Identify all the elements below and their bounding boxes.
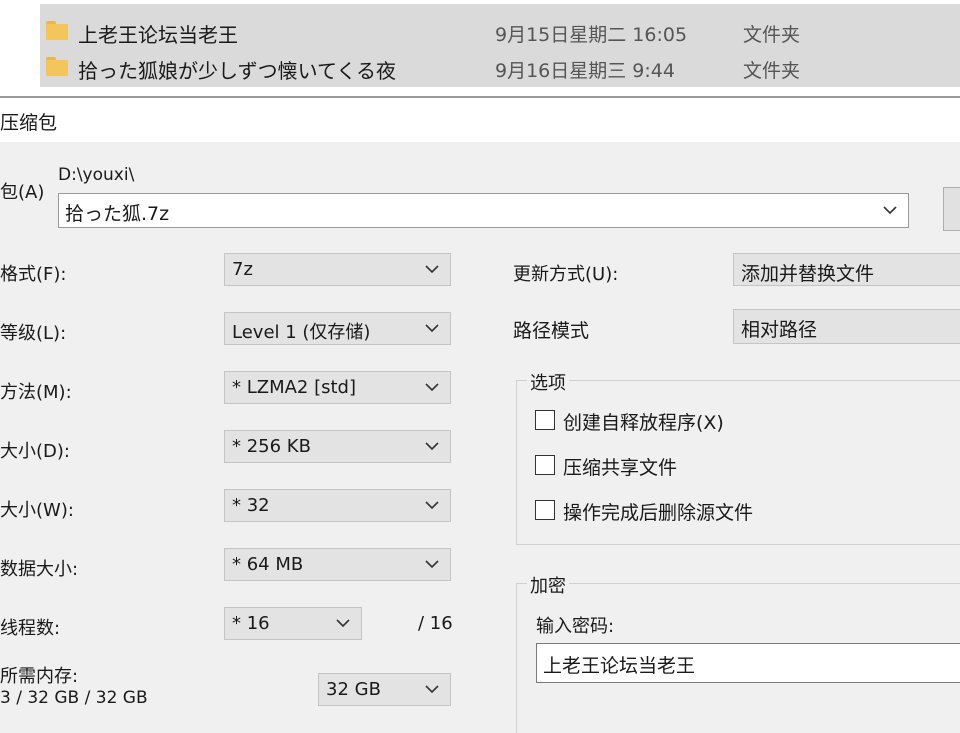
chevron-down-icon <box>425 265 439 274</box>
level-value: Level 1 (仅存储) <box>232 322 371 343</box>
chevron-down-icon <box>425 685 439 694</box>
threads-value: * 16 <box>232 613 270 634</box>
password-label: 输入密码: <box>536 616 615 637</box>
update-mode-select[interactable]: 添加并替换文件 <box>733 253 960 286</box>
file-row[interactable]: 拾った狐娘が少しずつ懐いてくる夜 9月16日星期三 9:44 文件夹 <box>40 49 960 85</box>
archive-name-value: 拾った狐.7z <box>65 203 170 225</box>
checkbox-box[interactable] <box>535 410 555 430</box>
archive-name-combobox[interactable]: 拾った狐.7z <box>58 193 909 228</box>
checkbox-label: 操作完成后删除源文件 <box>563 502 754 524</box>
path-mode-label: 路径模式 <box>513 320 590 342</box>
dialog-title: 压缩包 <box>0 112 58 134</box>
file-date: 9月15日星期二 16:05 <box>495 24 688 46</box>
method-value: * LZMA2 [std] <box>232 377 357 398</box>
threads-label: 线程数: <box>0 618 61 639</box>
word-size-label: 大小(W): <box>0 500 74 521</box>
checkbox-label: 创建自释放程序(X) <box>563 412 724 434</box>
threads-select[interactable]: * 16 <box>224 607 362 640</box>
solid-block-size-select[interactable]: * 64 MB <box>224 548 451 581</box>
archive-label: 包(A) <box>0 182 45 203</box>
chevron-down-icon <box>425 501 439 510</box>
dictionary-size-select[interactable]: * 256 KB <box>224 430 451 463</box>
memory-info: 3 / 32 GB / 32 GB <box>0 688 148 708</box>
update-mode-value: 添加并替换文件 <box>741 263 875 285</box>
password-input[interactable]: 上老王论坛当老王 <box>536 643 960 683</box>
options-group-title: 选项 <box>527 369 569 395</box>
chevron-down-icon <box>425 383 439 392</box>
method-select[interactable]: * LZMA2 [std] <box>224 371 451 404</box>
checkbox-box[interactable] <box>535 455 555 475</box>
checkbox-box[interactable] <box>535 500 555 520</box>
file-name: 拾った狐娘が少しずつ懐いてくる夜 <box>78 59 396 83</box>
folder-icon <box>46 21 68 40</box>
file-row[interactable]: 上老王论坛当老王 9月15日星期二 16:05 文件夹 <box>40 13 960 49</box>
format-label: 格式(F): <box>0 264 67 285</box>
threads-max: / 16 <box>418 613 453 634</box>
file-type: 文件夹 <box>743 24 801 46</box>
level-label: 等级(L): <box>0 323 67 344</box>
memory-label: 所需内存: <box>0 666 79 687</box>
chevron-down-icon <box>425 560 439 569</box>
screen: 上老王论坛当老王 9月15日星期二 16:05 文件夹 拾った狐娘が少しずつ懐い… <box>0 0 960 733</box>
dialog-title-bar[interactable] <box>0 98 960 142</box>
memory-select[interactable]: 32 GB <box>318 673 451 706</box>
format-select[interactable]: 7z <box>224 253 451 286</box>
dictionary-size-value: * 256 KB <box>232 436 311 457</box>
chevron-down-icon <box>425 324 439 333</box>
archive-path: D:\youxi\ <box>58 165 135 185</box>
folder-icon <box>46 57 68 76</box>
word-size-value: * 32 <box>232 495 270 516</box>
browse-button[interactable] <box>943 187 960 231</box>
format-value: 7z <box>232 259 253 280</box>
file-list: 上老王论坛当老王 9月15日星期二 16:05 文件夹 拾った狐娘が少しずつ懐い… <box>0 0 960 97</box>
password-value: 上老王论坛当老王 <box>543 655 696 677</box>
chevron-down-icon <box>336 619 350 628</box>
solid-block-size-value: * 64 MB <box>232 554 304 575</box>
solid-block-size-label: 数据大小: <box>0 559 79 580</box>
encryption-group-title: 加密 <box>527 572 569 598</box>
level-select[interactable]: Level 1 (仅存储) <box>224 312 451 345</box>
memory-value: 32 GB <box>326 679 381 700</box>
file-name: 上老王论坛当老王 <box>78 23 238 47</box>
file-type: 文件夹 <box>743 60 801 82</box>
chevron-down-icon <box>425 442 439 451</box>
path-mode-select[interactable]: 相对路径 <box>733 309 960 344</box>
word-size-select[interactable]: * 32 <box>224 489 451 522</box>
method-label: 方法(M): <box>0 382 72 403</box>
update-mode-label: 更新方式(U): <box>513 264 619 285</box>
dictionary-size-label: 大小(D): <box>0 441 70 462</box>
checkbox-label: 压缩共享文件 <box>563 457 678 479</box>
path-mode-value: 相对路径 <box>741 319 818 341</box>
file-date: 9月16日星期三 9:44 <box>495 60 675 82</box>
chevron-down-icon[interactable] <box>882 203 898 217</box>
